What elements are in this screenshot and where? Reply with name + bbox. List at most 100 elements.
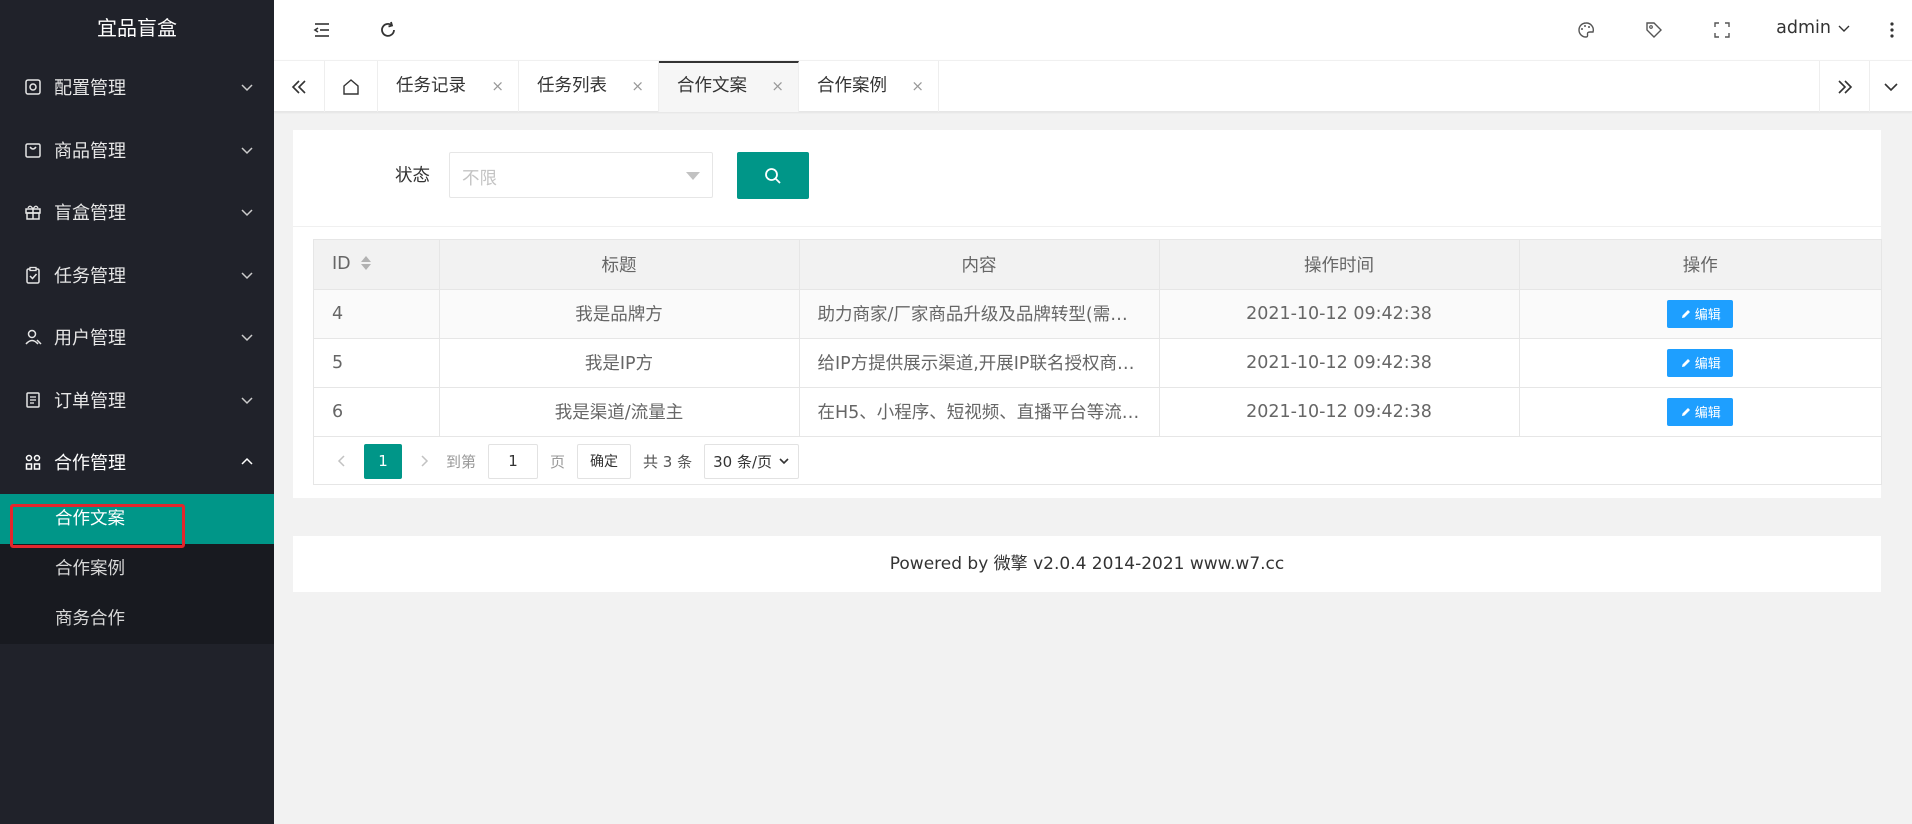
pencil-icon <box>1681 309 1690 318</box>
settings-icon <box>24 78 42 96</box>
tab-close-icon[interactable]: × <box>771 63 784 110</box>
more-vertical-icon[interactable] <box>1886 18 1898 42</box>
status-select-placeholder: 不限 <box>462 169 497 189</box>
tabs-scroll-right-button[interactable] <box>1819 61 1870 112</box>
sidebar-item-label: 配置管理 <box>54 78 126 100</box>
cooperation-submenu: 合作文案 合作案例 商务合作 <box>0 493 274 644</box>
col-header-title: 标题 <box>439 240 800 290</box>
menu-fold-icon[interactable] <box>310 18 334 42</box>
app-logo-title[interactable]: 宜品盲盒 <box>0 0 274 56</box>
cell-actions: 编辑 <box>1519 289 1881 339</box>
tag-icon[interactable] <box>1642 18 1666 42</box>
tab-task-list[interactable]: 任务列表 × <box>519 61 659 112</box>
cell-id: 4 <box>314 289 440 339</box>
chevron-left-icon <box>337 455 345 467</box>
user-menu[interactable]: admin <box>1776 18 1851 38</box>
edit-button[interactable]: 编辑 <box>1667 348 1734 377</box>
tab-close-icon[interactable]: × <box>631 61 644 112</box>
chevron-down-icon <box>241 147 253 154</box>
tabs-menu-button[interactable] <box>1870 61 1912 112</box>
pencil-icon <box>1681 407 1690 416</box>
goto-page-input[interactable]: 1 <box>488 443 539 479</box>
sidebar-item-label: 用户管理 <box>54 328 126 350</box>
tab-home[interactable] <box>325 61 378 112</box>
table-row: 6 我是渠道/流量主 在H5、小程序、短视频、直播平台等流… 2021-10-1… <box>314 387 1881 437</box>
status-select[interactable]: 不限 <box>449 152 713 198</box>
chevron-up-icon <box>241 458 253 465</box>
sort-icon[interactable] <box>360 255 371 271</box>
cooperation-icon <box>24 453 42 471</box>
cell-title: 我是渠道/流量主 <box>439 387 800 437</box>
col-header-time: 操作时间 <box>1159 240 1520 290</box>
table-header-row: ID 标题 内容 操作时间 操作 <box>314 240 1881 290</box>
cell-content: 在H5、小程序、短视频、直播平台等流… <box>799 387 1160 437</box>
sidebar-item-label: 盲盒管理 <box>54 203 126 225</box>
home-icon <box>343 78 359 95</box>
search-button[interactable] <box>737 152 809 199</box>
sidebar-subitem-coop-copy[interactable]: 合作文案 <box>0 493 274 544</box>
sidebar-subitem-business[interactable]: 商务合作 <box>0 594 274 644</box>
chevron-down-icon <box>241 272 253 279</box>
edit-button-label: 编辑 <box>1694 308 1721 323</box>
user-icon <box>24 328 42 346</box>
pagination: 1 到第 1 页 确定 共 3 条 30 条/页 <box>314 437 1881 485</box>
col-header-content: 内容 <box>799 240 1160 290</box>
tab-label: 任务记录 <box>396 76 466 96</box>
goto-label: 到第 <box>446 452 477 471</box>
prev-page-button[interactable] <box>332 451 352 471</box>
chevron-down-icon <box>241 334 253 342</box>
sidebar-item-products[interactable]: 商品管理 <box>0 119 274 182</box>
sidebar-subitem-coop-cases[interactable]: 合作案例 <box>0 544 274 594</box>
page-size-value: 30 条/页 <box>713 452 773 471</box>
edit-button[interactable]: 编辑 <box>1667 299 1734 328</box>
cell-time: 2021-10-12 09:42:38 <box>1159 289 1520 339</box>
edit-button-label: 编辑 <box>1694 406 1721 421</box>
caret-down-icon <box>686 172 700 180</box>
page-size-select[interactable]: 30 条/页 <box>704 443 800 479</box>
cell-time: 2021-10-12 09:42:38 <box>1159 387 1520 437</box>
col-header-label: ID <box>332 254 351 275</box>
tab-label: 合作文案 <box>677 76 747 96</box>
col-header-id[interactable]: ID <box>314 240 440 290</box>
double-chevron-left-icon <box>291 79 306 94</box>
sidebar-item-orders[interactable]: 订单管理 <box>0 369 274 432</box>
tab-coop-cases[interactable]: 合作案例 × <box>799 61 939 112</box>
current-page[interactable]: 1 <box>364 443 402 479</box>
cell-content: 给IP方提供展示渠道,开展IP联名授权商… <box>799 338 1160 388</box>
goto-confirm-button[interactable]: 确定 <box>577 443 632 479</box>
clipboard-check-icon <box>24 266 42 284</box>
sidebar-item-label: 合作管理 <box>54 453 126 475</box>
double-chevron-right-icon <box>1837 79 1852 94</box>
table-row: 4 我是品牌方 助力商家/厂家商品升级及品牌转型(需… 2021-10-12 0… <box>314 289 1881 339</box>
tabs-scroll-left-button[interactable] <box>274 61 325 112</box>
tab-coop-copy[interactable]: 合作文案 × <box>659 61 799 112</box>
sidebar-item-label: 订单管理 <box>54 390 126 412</box>
cell-actions: 编辑 <box>1519 387 1881 437</box>
chevron-down-icon <box>1884 82 1898 91</box>
document-icon <box>24 391 42 409</box>
sidebar-item-label: 任务管理 <box>54 265 126 287</box>
tab-close-icon[interactable]: × <box>491 61 504 112</box>
fullscreen-icon[interactable] <box>1710 18 1734 42</box>
shopping-bag-icon <box>24 141 42 159</box>
cell-content: 助力商家/厂家商品升级及品牌转型(需… <box>799 289 1160 339</box>
tab-task-records[interactable]: 任务记录 × <box>378 61 519 112</box>
sidebar-item-cooperation[interactable]: 合作管理 <box>0 431 274 494</box>
pencil-icon <box>1681 358 1690 367</box>
next-page-button[interactable] <box>414 451 434 471</box>
sidebar-item-blindbox[interactable]: 盲盒管理 <box>0 181 274 244</box>
sidebar-item-users[interactable]: 用户管理 <box>0 306 274 369</box>
chevron-down-icon <box>779 458 789 465</box>
tab-label: 合作案例 <box>817 76 887 96</box>
chevron-down-icon <box>1838 25 1850 32</box>
gift-icon <box>24 203 42 221</box>
cell-title: 我是IP方 <box>439 338 800 388</box>
refresh-icon[interactable] <box>376 18 400 42</box>
cell-id: 6 <box>314 387 440 437</box>
sidebar-item-tasks[interactable]: 任务管理 <box>0 244 274 307</box>
sidebar-item-config[interactable]: 配置管理 <box>0 56 274 119</box>
tab-close-icon[interactable]: × <box>911 61 924 112</box>
username: admin <box>1776 18 1831 38</box>
theme-icon[interactable] <box>1574 18 1598 42</box>
edit-button[interactable]: 编辑 <box>1667 397 1734 426</box>
